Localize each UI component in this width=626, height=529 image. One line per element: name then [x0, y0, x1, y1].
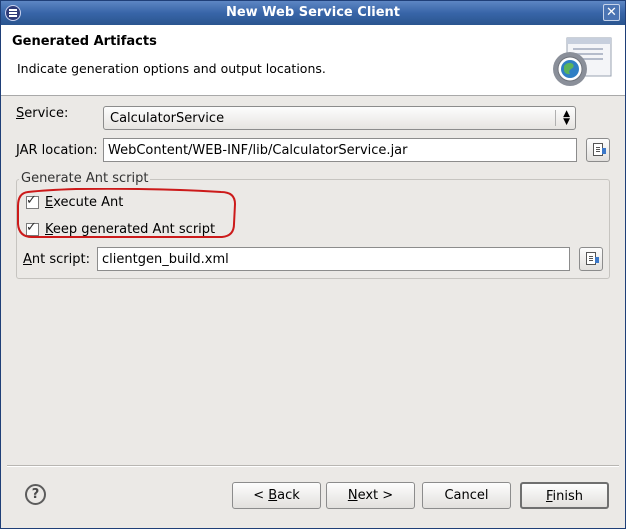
ant-script-input[interactable]: clientgen_build.xml — [97, 247, 570, 271]
service-select[interactable]: CalculatorService ▲ ▼ — [103, 106, 576, 130]
title-bar[interactable]: New Web Service Client ✕ — [1, 1, 625, 25]
cancel-button[interactable]: Cancel — [422, 482, 511, 509]
service-label: Service: — [16, 106, 69, 121]
ant-script-browse-button[interactable] — [579, 247, 603, 271]
page-description: Indicate generation options and output l… — [17, 61, 326, 76]
help-icon[interactable]: ? — [25, 484, 46, 505]
finish-button[interactable]: Finish — [520, 482, 609, 509]
jar-location-label: JAR location: — [16, 143, 98, 158]
next-button[interactable]: Next > — [326, 482, 415, 509]
jar-browse-button[interactable] — [586, 138, 610, 162]
close-icon[interactable]: ✕ — [603, 4, 620, 21]
web-service-wizard-icon — [553, 37, 612, 86]
dialog-window: New Web Service Client ✕ Generated Artif… — [0, 0, 626, 529]
jar-location-input[interactable]: WebContent/WEB-INF/lib/CalculatorService… — [103, 138, 577, 162]
window-title: New Web Service Client — [225, 5, 401, 20]
wizard-header: Generated Artifacts Indicate generation … — [1, 25, 625, 96]
button-bar-separator — [7, 465, 619, 467]
red-highlight-annotation — [17, 188, 237, 238]
updown-arrow-icon: ▲ ▼ — [563, 109, 570, 127]
back-button[interactable]: < Back — [232, 482, 321, 509]
ant-script-label: Ant script: — [23, 252, 90, 267]
page-title: Generated Artifacts — [12, 34, 157, 49]
service-value: CalculatorService — [110, 111, 225, 126]
ant-script-group-label: Generate Ant script — [19, 171, 151, 186]
